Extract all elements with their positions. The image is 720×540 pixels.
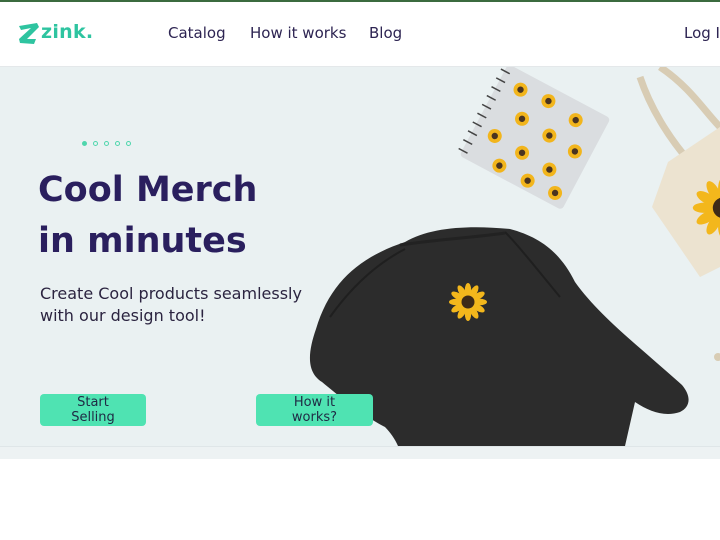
nav-link-login[interactable]: Log In [684, 24, 720, 42]
carousel-dot-3[interactable] [104, 141, 109, 146]
how-it-works-button[interactable]: How it works? [256, 394, 373, 426]
start-selling-button[interactable]: Start Selling [40, 394, 146, 426]
hero-subtitle: Create Cool products seamlessly with our… [40, 283, 340, 327]
nav-link-how-it-works[interactable]: How it works [250, 24, 346, 42]
carousel-dot-2[interactable] [93, 141, 98, 146]
carousel-dot-1[interactable] [82, 141, 87, 146]
hero-subtitle-line-1: Create Cool products seamlessly [40, 284, 302, 303]
logo[interactable]: zink. [18, 16, 93, 48]
hero-headline: Cool Merch in minutes [38, 165, 338, 267]
tote-bag-image [636, 67, 720, 361]
nav-link-catalog[interactable]: Catalog [168, 24, 226, 42]
hero-bottom-band [0, 446, 720, 459]
top-navigation: zink. Catalog How it works Blog Log In [0, 2, 720, 67]
carousel-indicators [82, 141, 131, 146]
carousel-dot-4[interactable] [115, 141, 120, 146]
zink-logo-icon [19, 23, 39, 44]
nav-link-blog[interactable]: Blog [369, 24, 402, 42]
hero-headline-line-1: Cool Merch [38, 170, 258, 210]
logo-text: zink. [41, 21, 94, 43]
hero-subtitle-line-2: with our design tool! [40, 306, 206, 325]
notebook-image [458, 67, 610, 209]
carousel-dot-5[interactable] [126, 141, 131, 146]
hero-headline-line-2: in minutes [38, 221, 247, 261]
